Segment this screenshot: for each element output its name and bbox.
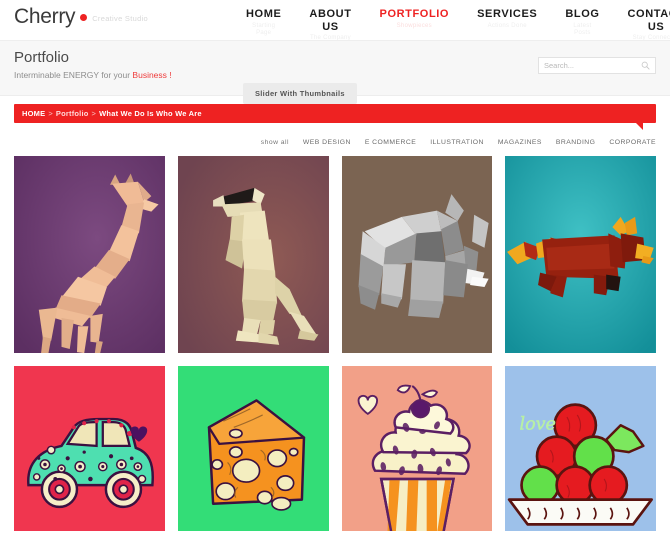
logo-dot-icon bbox=[80, 14, 88, 21]
nav-item-blog[interactable]: BLOG Latest Posts bbox=[551, 8, 613, 42]
portfolio-image-car bbox=[14, 366, 165, 531]
logo-tagline: Creative Studio bbox=[92, 14, 148, 23]
portfolio-grid: love bbox=[0, 150, 670, 531]
nav-item-label: BLOG bbox=[565, 8, 600, 20]
search-box[interactable] bbox=[538, 57, 656, 74]
portfolio-filter-corporate[interactable]: CORPORATE bbox=[609, 139, 656, 146]
nav-item-about-us[interactable]: ABOUT US The Company bbox=[295, 8, 365, 42]
nav-item-label: ABOUT US bbox=[309, 8, 352, 33]
nav-item-contact-us[interactable]: CONTACT USStay Connected bbox=[614, 8, 670, 42]
portfolio-item-cupcake[interactable] bbox=[341, 366, 493, 531]
breadcrumb-area: HOME > Portfolio > What We Do Is Who We Are bbox=[0, 96, 670, 130]
portfolio-item-redpanda[interactable] bbox=[505, 156, 656, 353]
portfolio-image-cheese bbox=[177, 366, 329, 531]
page-subtitle-prefix: Interminable ENERGY for your bbox=[14, 70, 133, 80]
nav-item-portfolio[interactable]: PORTFOLIO Showpieces bbox=[366, 8, 464, 42]
search-icon[interactable] bbox=[641, 61, 650, 70]
nav-item-label: CONTACT US bbox=[627, 8, 670, 33]
portfolio-item-meerkat[interactable] bbox=[177, 156, 329, 353]
nav-item-sublabel: Showpieces bbox=[396, 22, 432, 29]
page-subheader: Portfolio Interminable ENERGY for your B… bbox=[0, 40, 670, 104]
nav-item-label: SERVICES bbox=[477, 8, 538, 20]
breadcrumb-section[interactable]: Portfolio bbox=[56, 109, 89, 118]
nav-item-services[interactable]: SERVICES Actions Done bbox=[463, 8, 551, 42]
portfolio-image-elephant bbox=[341, 156, 493, 353]
portfolio-item-cheese[interactable] bbox=[177, 366, 329, 531]
nav-item-home[interactable]: HOME Starting Page bbox=[232, 8, 295, 42]
breadcrumb-separator-2: > bbox=[91, 109, 97, 118]
portfolio-image-redpanda bbox=[505, 156, 656, 353]
portfolio-item-elephant[interactable] bbox=[341, 156, 493, 353]
breadcrumb-bar: HOME > Portfolio > What We Do Is Who We Are bbox=[14, 104, 656, 130]
main-navigation: HOME Starting Page ABOUT US The Company PORT… bbox=[232, 8, 670, 42]
portfolio-item-car[interactable] bbox=[14, 366, 165, 531]
page-subtitle-highlight: Business ! bbox=[132, 70, 172, 80]
portfolio-image-giraffe bbox=[14, 156, 165, 353]
portfolio-filter-list: show all WEB DESIGN E COMMERCE ILLUSTRATION… bbox=[0, 130, 670, 150]
logo-text: Cherry bbox=[14, 5, 76, 28]
portfolio-image-apples: love bbox=[505, 366, 656, 531]
breadcrumb-home[interactable]: HOME bbox=[22, 109, 45, 118]
nav-item-label: HOME bbox=[246, 8, 282, 20]
svg-text:love: love bbox=[520, 414, 556, 434]
search-input[interactable] bbox=[544, 61, 641, 70]
site-header: Cherry Creative Studio HOME Starting Page… bbox=[0, 0, 670, 42]
portfolio-image-meerkat bbox=[177, 156, 329, 353]
portfolio-item-giraffe[interactable] bbox=[14, 156, 165, 353]
breadcrumb-separator-1: > bbox=[48, 109, 53, 118]
breadcrumb: HOME > Portfolio > What We Do Is Who We Are bbox=[22, 109, 202, 118]
breadcrumb-current: What We Do Is Who We Are bbox=[99, 109, 202, 118]
portfolio-filter-e-commerce[interactable]: E COMMERCE bbox=[365, 139, 416, 146]
portfolio-item-apples[interactable]: love bbox=[505, 366, 656, 531]
portfolio-filter-web-design[interactable]: WEB DESIGN bbox=[303, 139, 351, 146]
portfolio-filter-magazines[interactable]: MAGAZINES bbox=[498, 139, 542, 146]
portfolio-filter-illustration[interactable]: ILLUSTRATION bbox=[430, 139, 484, 146]
site-logo[interactable]: Cherry Creative Studio bbox=[14, 6, 148, 27]
nav-item-sublabel: Latest Posts bbox=[573, 22, 592, 36]
nav-item-label: PORTFOLIO bbox=[379, 8, 450, 20]
portfolio-filter-show-all[interactable]: show all bbox=[261, 139, 289, 146]
portfolio-filter-branding[interactable]: BRANDING bbox=[556, 139, 595, 146]
portfolio-image-cupcake bbox=[341, 366, 493, 531]
nav-item-sublabel: Starting Page bbox=[252, 22, 276, 36]
nav-item-sublabel: Actions Done bbox=[487, 22, 527, 29]
